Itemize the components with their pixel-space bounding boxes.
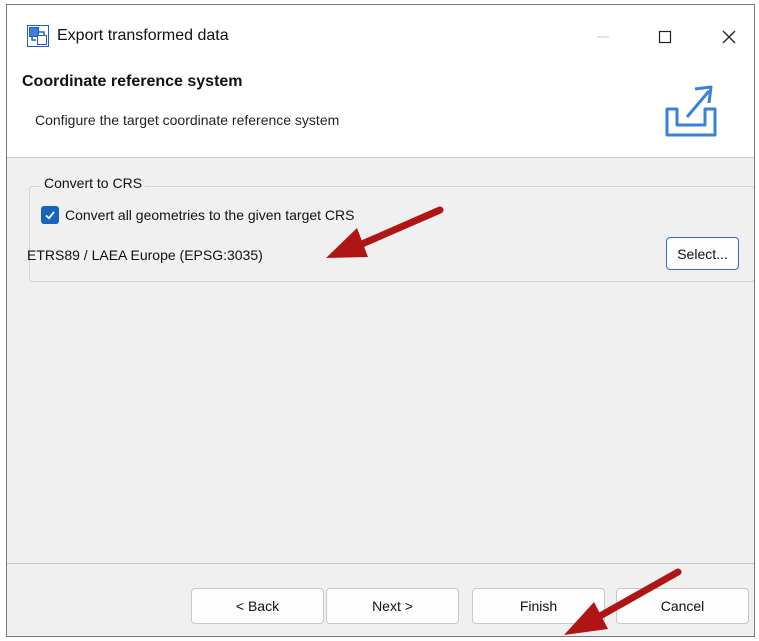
app-icon: [27, 25, 49, 47]
group-legend: Convert to CRS: [41, 175, 146, 191]
close-button[interactable]: [708, 19, 750, 55]
wizard-header: Coordinate reference system Configure th…: [7, 61, 754, 158]
page-description: Configure the target coordinate referenc…: [35, 112, 340, 128]
page-title: Coordinate reference system: [22, 73, 243, 90]
checkbox-label: Convert all geometries to the given targ…: [65, 207, 355, 223]
select-crs-button[interactable]: Select...: [666, 237, 739, 270]
checkmark-icon: [45, 211, 55, 220]
finish-button[interactable]: Finish: [472, 588, 605, 624]
minimize-button[interactable]: [582, 19, 624, 55]
convert-geometries-checkbox[interactable]: Convert all geometries to the given targ…: [41, 206, 354, 224]
maximize-icon: [658, 30, 672, 44]
wizard-content: Convert to CRS Convert all geometries to…: [7, 158, 754, 564]
window-title: Export transformed data: [57, 27, 229, 44]
back-button[interactable]: < Back: [191, 588, 324, 624]
export-dialog: Export transformed data Coordinate refer…: [6, 4, 755, 637]
maximize-button[interactable]: [644, 19, 686, 55]
export-icon: [665, 85, 717, 137]
close-icon: [722, 30, 736, 44]
title-bar: Export transformed data: [7, 5, 754, 61]
wizard-footer: < Back Next > Finish Cancel: [7, 563, 754, 636]
target-crs-value: ETRS89 / LAEA Europe (EPSG:3035): [27, 247, 263, 263]
checkbox-checked-icon[interactable]: [41, 206, 59, 224]
next-button[interactable]: Next >: [326, 588, 459, 624]
cancel-button[interactable]: Cancel: [616, 588, 749, 624]
convert-crs-group: [29, 186, 754, 282]
minimize-icon: [597, 36, 609, 38]
